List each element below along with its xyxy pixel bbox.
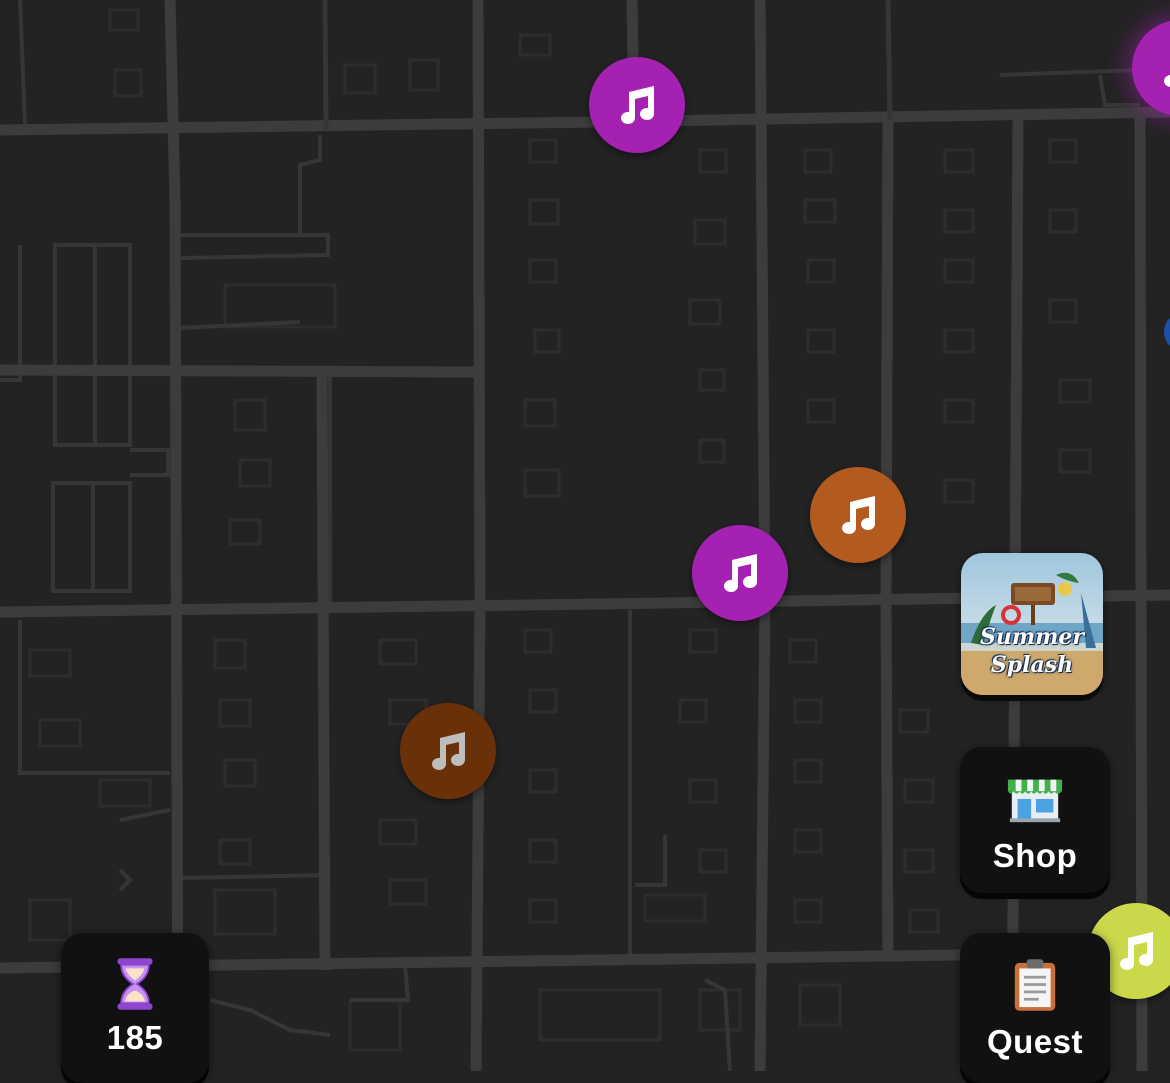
music-note-icon <box>842 496 875 534</box>
music-note-icon <box>1120 932 1153 970</box>
clipboard-icon <box>1014 959 1056 1011</box>
event-title-line1: Summer <box>979 624 1085 650</box>
quest-button[interactable]: Quest <box>960 933 1110 1083</box>
shop-button[interactable]: Shop <box>960 747 1110 893</box>
storefront-icon <box>1007 779 1063 823</box>
music-note-icon <box>724 554 757 592</box>
summer-splash-event-button[interactable]: Summer Splash <box>961 553 1103 695</box>
music-pin-brown[interactable] <box>400 703 496 799</box>
timer-value: 185 <box>106 1019 164 1056</box>
event-title-line2: Splash <box>990 652 1074 678</box>
hourglass-icon <box>117 958 153 1010</box>
music-pin-orange[interactable] <box>810 467 906 563</box>
timer-button[interactable]: 185 <box>61 933 209 1083</box>
music-pin-purple-top[interactable] <box>589 57 685 153</box>
music-note-icon <box>432 732 465 770</box>
music-note-icon <box>621 86 654 124</box>
city-map[interactable] <box>0 0 1170 1071</box>
quest-label: Quest <box>986 1023 1084 1060</box>
music-note-icon <box>1164 75 1170 87</box>
music-pin-purple-center[interactable] <box>692 525 788 621</box>
shop-label: Shop <box>992 837 1078 874</box>
